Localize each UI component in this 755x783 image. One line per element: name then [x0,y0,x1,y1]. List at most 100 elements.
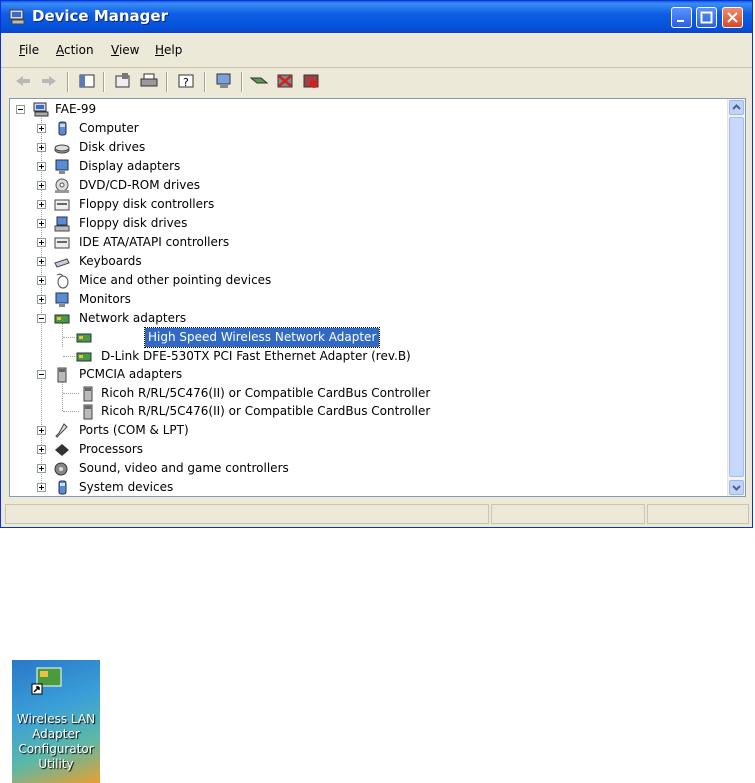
tree-item-label: Ports (COM & LPT) [79,423,189,437]
menu-help[interactable]: Help [155,43,182,57]
controller-icon [54,237,70,249]
title-bar[interactable]: Device Manager [1,1,752,33]
show-hide-tree-icon[interactable] [77,72,97,90]
expand-toggle[interactable] [37,483,46,492]
status-cell-main [5,504,489,524]
expand-toggle[interactable] [37,238,46,247]
close-icon [727,12,738,23]
status-bar [1,501,752,527]
tree-item-label: Monitors [79,292,131,306]
scan-hardware-icon[interactable] [214,72,234,90]
tree-item-label: DVD/CD-ROM drives [79,178,201,192]
toolbar-separator [204,72,206,92]
collapse-toggle[interactable] [16,105,25,114]
collapse-toggle[interactable] [37,370,46,379]
menu-help-label: elp [164,43,183,57]
status-cell [491,504,645,524]
expand-toggle[interactable] [37,219,46,228]
svg-text:?: ? [183,76,189,89]
expand-toggle[interactable] [37,295,46,304]
tree-item-label: Display adapters [79,159,181,173]
chevron-up-icon [732,104,741,110]
expand-toggle[interactable] [37,124,46,133]
processor-icon [55,444,69,456]
tree-item-label: Ricoh R/RL/5C476(II) or Compatible CardB… [101,386,431,400]
monitor-icon [55,292,69,307]
tree-item-label: Computer [79,121,139,135]
window-title: Device Manager [32,7,168,25]
expand-toggle[interactable] [37,181,46,190]
floppy-icon [54,216,70,232]
menu-action[interactable]: Action [56,43,94,57]
tree-item-label: D-Link DFE-530TX PCI Fast Ethernet Adapt… [101,349,411,363]
tree-root-label: FAE-99 [55,102,97,116]
keyboard-icon [54,258,70,268]
shortcut-label: Wireless LAN Adapter Configurator Utilit… [12,712,100,772]
toolbar: ? [1,67,752,96]
system-icon [58,480,67,495]
expand-toggle[interactable] [37,200,46,209]
toolbar-separator [166,72,168,92]
scroll-down-button[interactable] [729,480,744,495]
update-driver-icon[interactable] [249,72,269,90]
menu-view[interactable]: View [111,43,139,57]
print-icon[interactable] [139,72,159,90]
device-manager-window: Device Manager File Action View Help ? F… [0,0,753,528]
toolbar-separator [103,72,105,92]
uninstall-icon[interactable] [275,72,295,90]
vertical-scrollbar[interactable] [727,99,745,496]
maximize-icon [700,11,713,24]
tree-item-label: Keyboards [79,254,142,268]
menu-bar: File Action View Help [1,33,752,68]
expand-toggle[interactable] [37,276,46,285]
properties-icon[interactable] [113,72,133,90]
scroll-up-button[interactable] [729,100,744,115]
tree-connector [63,411,79,412]
menu-file[interactable]: File [19,43,39,57]
collapse-toggle[interactable] [37,314,46,323]
disable-device-icon[interactable] [301,72,321,90]
controller-icon [54,199,70,211]
minimize-icon [677,20,684,22]
expand-toggle[interactable] [37,426,46,435]
expand-toggle[interactable] [37,464,46,473]
pcmcia-icon [57,367,67,383]
expand-toggle[interactable] [37,162,46,171]
shortcut-label-line: Configurator [18,742,94,756]
tree-item-label: Ricoh R/RL/5C476(II) or Compatible CardB… [101,404,431,418]
display-icon [55,159,69,174]
device-tree[interactable]: FAE-99 Computer Disk drives Display adap… [9,98,746,497]
scroll-thumb[interactable] [729,117,744,477]
tree-connector [62,379,63,411]
shortcut-label-line: Adapter [32,727,80,741]
forward-arrow-icon[interactable] [39,72,59,90]
shortcut-label-line: Wireless LAN [16,712,96,726]
network-card-icon [54,314,70,324]
tree-item-label: Sound, video and game controllers [79,461,289,475]
expand-toggle[interactable] [37,143,46,152]
network-card-icon [76,352,92,362]
menu-view-accel: V [111,43,119,57]
maximize-button[interactable] [696,7,717,28]
close-button[interactable] [722,7,743,28]
menu-file-label: ile [25,43,40,57]
tree-item-label: PCMCIA adapters [79,367,183,381]
network-card-icon [31,667,62,695]
help-icon[interactable]: ? [176,72,196,90]
pcmcia-icon [83,386,93,402]
tree-item-label: Mice and other pointing devices [79,273,272,287]
sound-icon [54,462,68,476]
back-arrow-icon[interactable] [13,72,33,90]
tree-connector [63,337,75,338]
pcmcia-icon [83,404,93,420]
expand-toggle[interactable] [37,445,46,454]
network-card-icon [76,333,92,343]
chevron-down-icon [732,485,741,491]
dvd-icon [55,178,69,193]
minimize-button[interactable] [671,7,692,28]
toolbar-separator [67,72,69,92]
desktop-shortcut-wlan-utility[interactable]: Wireless LAN Adapter Configurator Utilit… [12,660,100,783]
tree-connector [63,356,75,357]
expand-toggle[interactable] [37,257,46,266]
tree-item-label: Floppy disk drives [79,216,188,230]
